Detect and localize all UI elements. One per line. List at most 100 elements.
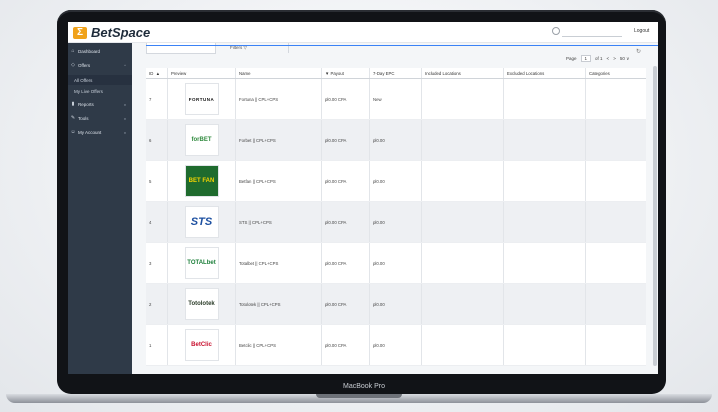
offers-table: ID ▲ Preview Name ▼ Payout 7-Day EPC Inc… xyxy=(146,68,646,366)
cell-name: Totalbet || CPL+CPS xyxy=(236,243,322,283)
user-icon: ☺ xyxy=(70,129,76,135)
cell-name: Betclic || CPL+CPS xyxy=(236,325,322,365)
cell-epc: pl0.00 xyxy=(370,243,422,283)
logout-link[interactable]: Logout xyxy=(634,28,649,34)
cell-id: 4 xyxy=(146,202,168,242)
cell-name: Betfan || CPL+CPS xyxy=(236,161,322,201)
cell-categories xyxy=(586,79,646,119)
col-header-included[interactable]: Included Locations xyxy=(422,68,504,78)
col-header-id[interactable]: ID ▲ xyxy=(146,68,168,78)
col-header-excluded[interactable]: Excluded Locations xyxy=(504,68,586,78)
cell-name: Fortuna || CPL+CPS xyxy=(236,79,322,119)
brand-logo[interactable]: STS xyxy=(184,206,219,238)
logo[interactable]: Σ BetSpace xyxy=(73,25,150,40)
page-of-label: of 1 xyxy=(595,56,603,61)
cell-payout: pl0.00 CPA xyxy=(322,202,370,242)
page-input[interactable]: 1 xyxy=(580,55,592,62)
search-input[interactable] xyxy=(562,36,622,37)
sidebar-item-all-offers[interactable]: All Offers xyxy=(68,75,138,85)
cell-excluded xyxy=(504,79,586,119)
cell-preview: Totolotek xyxy=(168,284,236,324)
cell-preview: TOTALbet xyxy=(168,243,236,283)
brand-logo[interactable]: FORTUNA xyxy=(184,83,219,115)
table-row[interactable]: 7 FORTUNA Fortuna || CPL+CPS pl0.00 CPA New xyxy=(146,79,646,120)
brand-logo[interactable]: TOTALbet xyxy=(184,247,219,279)
brand-logo[interactable]: forBET xyxy=(184,124,219,156)
table-row[interactable]: 6 forBET Forbet || CPL+CPS pl0.00 CPA pl0.00 xyxy=(146,120,646,161)
cell-payout: pl0.00 CPA xyxy=(322,161,370,201)
scene: Σ BetSpace Logout ⌂ Dashboard ◇ Offers ^… xyxy=(0,0,718,412)
brand-logo[interactable]: BetClic xyxy=(184,329,219,361)
sidebar-item-reports[interactable]: ▮ Reports v xyxy=(68,99,132,109)
sidebar-item-my-live-offers[interactable]: My Live Offers xyxy=(68,86,138,96)
sidebar-item-tools[interactable]: ✎ Tools v xyxy=(68,113,132,123)
cell-epc: pl0.00 xyxy=(370,120,422,160)
sidebar-item-label: Tools xyxy=(78,115,89,121)
tag-icon: ◇ xyxy=(71,62,75,68)
scrollbar[interactable] xyxy=(653,66,657,366)
per-page-select[interactable]: 50 ∨ xyxy=(620,56,630,62)
table-row[interactable]: 1 BetClic Betclic || CPL+CPS pl0.00 CPA pl0.… xyxy=(146,325,646,366)
cell-included xyxy=(422,325,504,365)
divider xyxy=(146,45,658,46)
cell-categories xyxy=(586,202,646,242)
sidebar-item-my-account[interactable]: ☺ My Account v xyxy=(68,127,132,137)
cell-payout: pl0.00 CPA xyxy=(322,120,370,160)
cell-id: 2 xyxy=(146,284,168,324)
table-row[interactable]: 3 TOTALbet Totalbet || CPL+CPS pl0.00 CPA pl… xyxy=(146,243,646,284)
cell-payout: pl0.00 CPA xyxy=(322,284,370,324)
next-page-icon[interactable]: > xyxy=(613,56,616,61)
col-header-label: ID xyxy=(149,70,154,76)
cell-excluded xyxy=(504,325,586,365)
brand-logo[interactable]: Totolotek xyxy=(184,288,219,320)
sidebar-item-label: Dashboard xyxy=(78,48,101,54)
tools-icon: ✎ xyxy=(70,115,76,121)
brand-logo[interactable]: BET FAN xyxy=(184,165,219,197)
cell-epc: pl0.00 xyxy=(370,161,422,201)
col-header-label: Payout xyxy=(330,70,344,76)
sidebar-item-label: Offers xyxy=(78,62,91,68)
sidebar-item-label: My Account xyxy=(78,129,102,135)
cell-excluded xyxy=(504,161,586,201)
cell-epc: pl0.00 xyxy=(370,202,422,242)
page-label: Page xyxy=(566,56,577,61)
cell-id: 1 xyxy=(146,325,168,365)
cell-payout: pl0.00 CPA xyxy=(322,325,370,365)
sidebar: ⌂ Dashboard ◇ Offers ^ All Offers My Liv… xyxy=(68,43,138,374)
cell-categories xyxy=(586,284,646,324)
cell-payout: pl0.00 CPA xyxy=(322,243,370,283)
sidebar-item-offers[interactable]: ◇ Offers ^ xyxy=(68,60,132,70)
cell-preview: FORTUNA xyxy=(168,79,236,119)
col-header-name[interactable]: Name xyxy=(236,68,322,78)
col-header-categories[interactable]: Categories xyxy=(586,68,646,78)
cell-preview: forBET xyxy=(168,120,236,160)
prev-page-icon[interactable]: < xyxy=(607,56,610,61)
chevron-down-icon: v xyxy=(124,129,126,135)
sidebar-item-dashboard[interactable]: ⌂ Dashboard xyxy=(68,46,132,56)
cell-included xyxy=(422,202,504,242)
cell-epc: pl0.00 xyxy=(370,325,422,365)
cell-id: 3 xyxy=(146,243,168,283)
cell-excluded xyxy=(504,120,586,160)
cell-excluded xyxy=(504,202,586,242)
screen: Σ BetSpace Logout ⌂ Dashboard ◇ Offers ^… xyxy=(68,22,658,374)
refresh-icon[interactable]: ↻ xyxy=(636,48,641,55)
cell-epc: pl0.00 xyxy=(370,284,422,324)
chevron-down-icon: v xyxy=(124,115,126,121)
table-row[interactable]: 2 Totolotek Totolotek || CPL+CPS pl0.00 CPA… xyxy=(146,284,646,325)
search-icon[interactable] xyxy=(552,27,560,35)
cell-preview: BetClic xyxy=(168,325,236,365)
cell-included xyxy=(422,120,504,160)
logo-text: BetSpace xyxy=(91,25,151,40)
cell-id: 5 xyxy=(146,161,168,201)
col-header-preview[interactable]: Preview xyxy=(168,68,236,78)
col-header-epc[interactable]: 7-Day EPC xyxy=(370,68,422,78)
bar-chart-icon: ▮ xyxy=(71,101,75,107)
topbar: Σ BetSpace Logout xyxy=(68,22,658,43)
col-header-payout[interactable]: ▼ Payout xyxy=(322,68,370,78)
table-row[interactable]: 4 STS STS || CPL+CPS pl0.00 CPA pl0.00 xyxy=(146,202,646,243)
sort-desc-icon: ▼ xyxy=(325,70,330,76)
cell-included xyxy=(422,284,504,324)
table-row[interactable]: 5 BET FAN Betfan || CPL+CPS pl0.00 CPA pl0.0… xyxy=(146,161,646,202)
device-label: MacBook Pro xyxy=(342,383,386,390)
